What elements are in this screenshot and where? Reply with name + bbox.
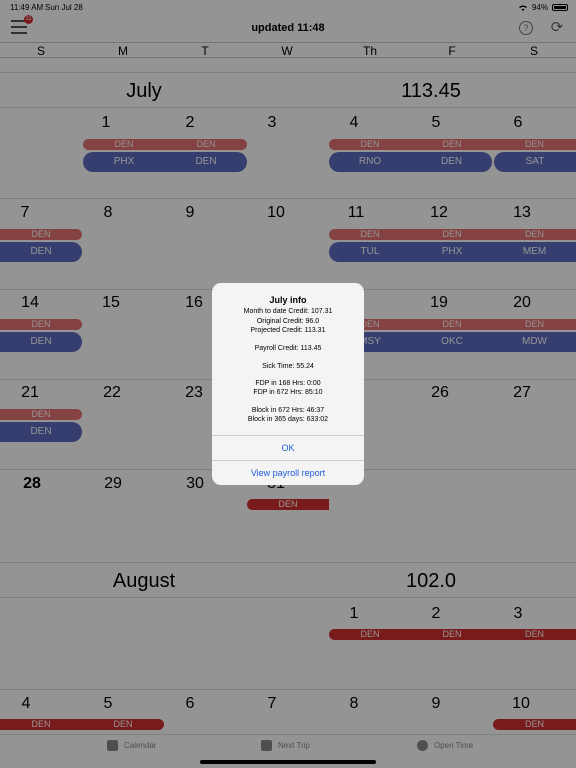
dialog-line: Payroll Credit: 113.45	[254, 345, 322, 352]
dialog-line: FDP in 168 Hrs: 0:00	[255, 380, 321, 387]
dialog-divider	[212, 435, 364, 436]
dialog-line: Block in 365 days: 633:02	[247, 416, 329, 423]
dialog-line: Projected Credit: 113.31	[250, 327, 326, 334]
dialog-title: July info	[269, 295, 307, 305]
dialog-line: Month to date Credit: 107.31	[243, 308, 333, 315]
dialog-line: Block in 672 Hrs: 46:37	[251, 407, 325, 414]
dialog-line: Sick Time: 55.24	[262, 363, 314, 370]
july-info-dialog: July info Month to date Credit: 107.31 O…	[212, 283, 364, 485]
dialog-line: FDP in 672 Hrs: 85:10	[253, 389, 323, 396]
dialog-line: Original Credit: 96.0	[256, 318, 320, 325]
view-payroll-report-button[interactable]: View payroll report	[212, 468, 364, 478]
ok-button[interactable]: OK	[212, 443, 364, 453]
dialog-divider	[212, 460, 364, 461]
